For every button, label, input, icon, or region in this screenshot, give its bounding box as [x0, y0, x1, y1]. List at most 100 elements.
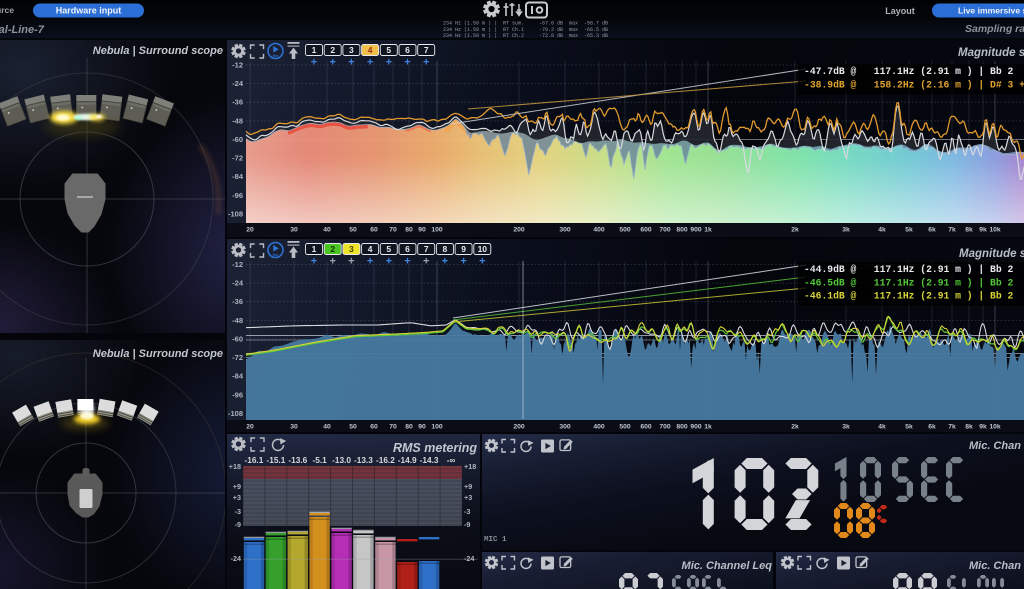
svg-text:60: 60	[370, 227, 378, 234]
svg-text:2k: 2k	[791, 227, 799, 234]
svg-text:+: +	[404, 57, 410, 69]
svg-text:-84: -84	[232, 372, 244, 381]
svg-text:+: +	[386, 57, 392, 69]
svg-text:-9: -9	[464, 520, 470, 529]
svg-text:50: 50	[349, 227, 357, 234]
svg-text:-12: -12	[232, 61, 243, 70]
svg-text:700: 700	[659, 424, 671, 431]
svg-text:Mic. Chan: Mic. Chan	[969, 440, 1024, 452]
svg-text:+9: +9	[233, 482, 241, 491]
svg-text:+9: +9	[464, 482, 472, 491]
svg-text:200: 200	[513, 424, 525, 431]
svg-text:tal-Line-7: tal-Line-7	[0, 24, 45, 36]
svg-text:+: +	[311, 256, 317, 268]
svg-text:-9: -9	[235, 520, 241, 529]
svg-text:-96: -96	[232, 390, 243, 399]
svg-text:600: 600	[640, 227, 652, 234]
svg-text:3: 3	[349, 45, 354, 55]
svg-text:700: 700	[659, 227, 671, 234]
svg-text:7: 7	[424, 45, 429, 55]
svg-text:800: 800	[676, 424, 688, 431]
svg-text:400: 400	[593, 424, 605, 431]
svg-text:-5.1: -5.1	[312, 455, 327, 465]
svg-text:-48: -48	[232, 316, 243, 325]
svg-text:4: 4	[368, 45, 373, 55]
svg-text:-∞: -∞	[447, 455, 456, 465]
svg-text:-72: -72	[232, 353, 243, 362]
svg-text:234 Hz (1.59 m ) | RT sum.: 234 Hz (1.59 m ) | RT sum. -67.0 dB max …	[443, 21, 608, 27]
svg-text:-24: -24	[231, 554, 241, 563]
svg-text:40: 40	[323, 424, 331, 431]
svg-text:7: 7	[424, 244, 429, 254]
svg-text:5k: 5k	[905, 227, 913, 234]
svg-text:300: 300	[559, 227, 571, 234]
svg-text:Magnitude sp: Magnitude sp	[959, 248, 1024, 260]
svg-text:80: 80	[405, 424, 413, 431]
svg-text:live: live	[273, 54, 279, 58]
svg-text:+: +	[311, 57, 317, 69]
svg-text:-96: -96	[232, 191, 243, 200]
svg-text:Live immersive sho: Live immersive sho	[958, 5, 1024, 15]
svg-text:-44.9dB @ 117.1Hz (2.91 m ): -44.9dB @ 117.1Hz (2.91 m ) | Bb 2	[804, 264, 1013, 275]
svg-text:80: 80	[405, 227, 413, 234]
svg-text:4k: 4k	[878, 424, 886, 431]
svg-text:10k: 10k	[989, 227, 1001, 234]
svg-text:3k: 3k	[842, 424, 850, 431]
svg-text:-13.0: -13.0	[332, 455, 351, 465]
svg-text:8k: 8k	[965, 424, 973, 431]
svg-text:Mic. Channel Leq: Mic. Channel Leq	[682, 560, 773, 572]
svg-text:+: +	[386, 256, 392, 268]
svg-text:9k: 9k	[979, 227, 987, 234]
svg-text:1k: 1k	[704, 227, 712, 234]
svg-text:-36: -36	[232, 98, 243, 107]
svg-text:-16.1: -16.1	[244, 455, 263, 465]
svg-text:90: 90	[418, 424, 426, 431]
svg-text:1: 1	[312, 244, 317, 254]
svg-text:3: 3	[349, 244, 354, 254]
svg-text:6: 6	[405, 244, 410, 254]
svg-text:60: 60	[370, 424, 378, 431]
svg-text:-13.3: -13.3	[354, 455, 373, 465]
svg-text:+: +	[367, 57, 373, 69]
svg-text:70: 70	[389, 227, 397, 234]
svg-text:+: +	[329, 57, 335, 69]
svg-text:-48: -48	[232, 116, 243, 125]
svg-text:+3: +3	[464, 493, 472, 502]
svg-text:300: 300	[559, 424, 571, 431]
svg-text:30: 30	[290, 424, 298, 431]
svg-text:+: +	[348, 57, 354, 69]
svg-text:500: 500	[619, 424, 631, 431]
svg-text:100: 100	[431, 424, 443, 431]
svg-text:10: 10	[478, 244, 488, 254]
svg-text:RMS metering: RMS metering	[393, 441, 477, 455]
svg-text:-24: -24	[464, 554, 474, 563]
svg-text:8k: 8k	[965, 227, 973, 234]
svg-text:-108: -108	[228, 210, 243, 219]
svg-text:900: 900	[690, 424, 702, 431]
svg-text:400: 400	[593, 227, 605, 234]
svg-text:+: +	[329, 256, 335, 268]
svg-text:-60: -60	[232, 335, 243, 344]
svg-text:Sampling rate: Sampling rate	[965, 23, 1024, 35]
svg-text:3k: 3k	[842, 227, 850, 234]
svg-text:-84: -84	[232, 172, 244, 181]
svg-text:6k: 6k	[928, 227, 936, 234]
svg-text:Nebula | Surround scope: Nebula | Surround scope	[93, 45, 223, 57]
svg-text:5: 5	[386, 244, 391, 254]
svg-text:+: +	[404, 256, 410, 268]
svg-text:7k: 7k	[948, 227, 956, 234]
svg-text:-13.6: -13.6	[288, 455, 307, 465]
svg-text:6k: 6k	[928, 424, 936, 431]
svg-text:90: 90	[418, 227, 426, 234]
svg-text:+: +	[423, 57, 429, 69]
svg-text:30: 30	[290, 227, 298, 234]
svg-text:100: 100	[431, 227, 443, 234]
svg-text:600: 600	[640, 424, 652, 431]
svg-text:live: live	[273, 253, 279, 257]
svg-text:+18: +18	[229, 462, 241, 471]
svg-text:-47.7dB @ 117.1Hz (2.91 m ): -47.7dB @ 117.1Hz (2.91 m ) | Bb 2	[804, 66, 1013, 77]
svg-text:-14.9: -14.9	[398, 455, 417, 465]
svg-text:Hardware input: Hardware input	[56, 6, 122, 16]
svg-text:1: 1	[312, 45, 317, 55]
svg-text:+: +	[460, 256, 466, 268]
